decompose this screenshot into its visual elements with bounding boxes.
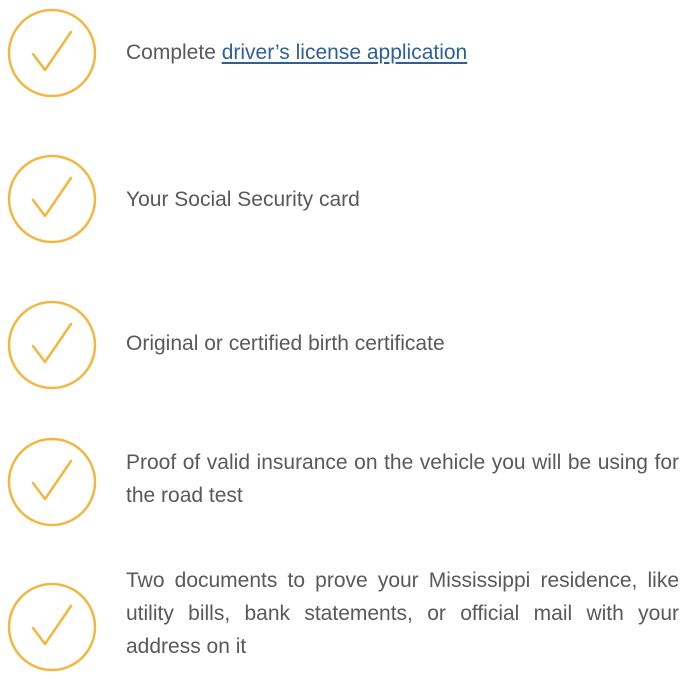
check-circle-icon xyxy=(7,582,97,672)
check-circle-icon xyxy=(7,154,97,244)
checklist-item-text: Your Social Security card xyxy=(126,188,360,211)
checklist-item-insurance: Proof of valid insurance on the vehicle … xyxy=(0,437,683,533)
check-circle-icon xyxy=(7,300,97,390)
checklist-item-prefix: Complete xyxy=(126,41,222,64)
checklist-item-text: Original or certified birth certificate xyxy=(126,332,445,355)
checklist-item-residence: Two documents to prove your Mississippi … xyxy=(0,569,683,678)
checklist-item-birth-certificate: Original or certified birth certificate xyxy=(0,300,683,396)
checklist-item-text: Two documents to prove your Mississippi … xyxy=(126,569,679,658)
checklist-item-text: Complete driver’s license application xyxy=(126,36,679,69)
check-circle-icon xyxy=(7,8,97,98)
checklist-item-text: Proof of valid insurance on the vehicle … xyxy=(126,451,679,507)
checklist-item-application: Complete driver’s license application xyxy=(0,8,683,104)
document-checklist: Complete driver’s license application Yo… xyxy=(0,0,683,679)
checklist-item-social-security: Your Social Security card xyxy=(0,154,683,250)
drivers-license-application-link[interactable]: driver’s license application xyxy=(222,41,468,64)
check-circle-icon xyxy=(7,437,97,527)
